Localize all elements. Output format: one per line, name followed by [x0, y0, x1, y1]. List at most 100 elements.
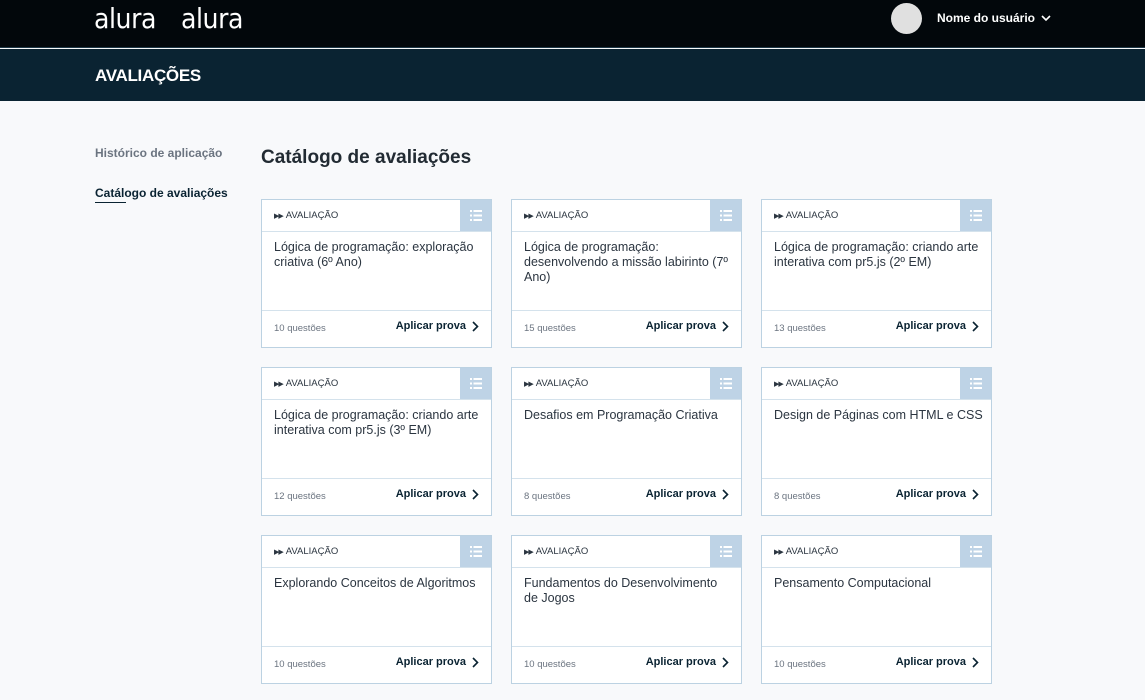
list-icon[interactable]: [710, 200, 741, 231]
list-icon[interactable]: [960, 200, 991, 231]
card-type: ▶▶ AVALIAÇÃO: [774, 546, 838, 557]
card-header: ▶▶ AVALIAÇÃO: [762, 368, 991, 400]
apply-exam-label: Aplicar prova: [395, 488, 466, 500]
card-type: ▶▶ AVALIAÇÃO: [774, 210, 838, 221]
card-type-label: AVALIAÇÃO: [285, 210, 339, 221]
card-type: ▶▶ AVALIAÇÃO: [524, 546, 588, 557]
list-icon[interactable]: [460, 536, 491, 567]
apply-exam-label: Aplicar prova: [645, 320, 716, 332]
assessment-card-9: ▶▶ AVALIAÇÃO Pensamento Computacional 10 …: [761, 535, 992, 684]
chevron-right-icon: [472, 656, 479, 668]
apply-exam-button[interactable]: Aplicar prova: [646, 656, 729, 668]
alura-logo[interactable]: alura: [94, 2, 156, 35]
assessment-card-8: ▶▶ AVALIAÇÃO Fundamentos do Desenvolvimen…: [511, 535, 742, 684]
question-count: 8 questões: [524, 491, 571, 502]
card-footer: 10 questões Aplicar prova: [262, 646, 491, 683]
card-title: Lógica de programação: desenvolvendo a m…: [524, 240, 728, 284]
apply-exam-button[interactable]: Aplicar prova: [646, 320, 729, 332]
card-title: Fundamentos do Desenvolvimento de Jogos: [524, 576, 718, 605]
card-footer: 15 questões Aplicar prova: [512, 310, 741, 347]
double-play-icon: ▶▶: [274, 213, 284, 220]
user-name[interactable]: Nome do usuário: [937, 11, 1035, 25]
chevron-down-icon[interactable]: [1041, 14, 1051, 22]
list-icon[interactable]: [460, 368, 491, 399]
card-header: ▶▶ AVALIAÇÃO: [512, 368, 741, 400]
sidebar-item-catalogo[interactable]: Catálogo de avaliações: [95, 186, 228, 203]
apply-exam-label: Aplicar prova: [395, 656, 466, 668]
apply-exam-label: Aplicar prova: [895, 320, 966, 332]
apply-exam-label: Aplicar prova: [395, 320, 466, 332]
assessment-card-5: ▶▶ AVALIAÇÃO Desafios em Programação Cria…: [511, 367, 742, 516]
card-type-label: AVALIAÇÃO: [285, 378, 339, 389]
card-type: ▶▶ AVALIAÇÃO: [274, 546, 338, 557]
card-footer: 8 questões Aplicar prova: [762, 478, 991, 515]
card-type-label: AVALIAÇÃO: [535, 210, 589, 221]
question-count: 8 questões: [774, 491, 821, 502]
apply-exam-label: Aplicar prova: [895, 656, 966, 668]
double-play-icon: ▶▶: [524, 213, 534, 220]
card-title: Lógica de programação: criando arte inte…: [274, 408, 479, 437]
card-type-label: AVALIAÇÃO: [535, 378, 589, 389]
card-header: ▶▶ AVALIAÇÃO: [262, 200, 491, 232]
chevron-right-icon: [972, 656, 979, 668]
card-header: ▶▶ AVALIAÇÃO: [762, 536, 991, 568]
card-type: ▶▶ AVALIAÇÃO: [524, 210, 588, 221]
apply-exam-button[interactable]: Aplicar prova: [396, 320, 479, 332]
card-header: ▶▶ AVALIAÇÃO: [512, 536, 741, 568]
apply-exam-label: Aplicar prova: [645, 488, 716, 500]
chevron-right-icon: [472, 488, 479, 500]
question-count: 12 questões: [274, 491, 326, 502]
avatar[interactable]: [890, 2, 922, 34]
question-count: 13 questões: [774, 323, 826, 334]
card-type-label: AVALIAÇÃO: [785, 378, 839, 389]
list-icon[interactable]: [960, 368, 991, 399]
question-count: 10 questões: [524, 659, 576, 670]
chevron-right-icon: [722, 320, 729, 332]
card-type-label: AVALIAÇÃO: [285, 546, 339, 557]
top-navbar: alura alura Nome do usuário: [0, 0, 1145, 48]
chevron-right-icon: [722, 656, 729, 668]
double-play-icon: ▶▶: [274, 381, 284, 388]
list-icon[interactable]: [710, 536, 741, 567]
apply-exam-button[interactable]: Aplicar prova: [896, 320, 979, 332]
assessment-card-3: ▶▶ AVALIAÇÃO Lógica de programação: crian…: [761, 199, 992, 348]
card-type: ▶▶ AVALIAÇÃO: [274, 378, 338, 389]
card-title: Design de Páginas com HTML e CSS: [774, 408, 983, 422]
double-play-icon: ▶▶: [774, 213, 784, 220]
card-header: ▶▶ AVALIAÇÃO: [262, 536, 491, 568]
card-type: ▶▶ AVALIAÇÃO: [524, 378, 588, 389]
chevron-right-icon: [972, 320, 979, 332]
card-footer: 8 questões Aplicar prova: [512, 478, 741, 515]
apply-exam-button[interactable]: Aplicar prova: [396, 656, 479, 668]
card-footer: 12 questões Aplicar prova: [262, 478, 491, 515]
question-count: 10 questões: [774, 659, 826, 670]
list-icon[interactable]: [460, 200, 491, 231]
chevron-right-icon: [722, 488, 729, 500]
list-icon[interactable]: [960, 536, 991, 567]
assessment-card-1: ▶▶ AVALIAÇÃO Lógica de programação: explo…: [261, 199, 492, 348]
catalog-title: Catálogo de avaliações: [261, 147, 472, 168]
sidebar-item-historico[interactable]: Histórico de aplicação: [95, 146, 222, 160]
list-icon[interactable]: [710, 368, 741, 399]
apply-exam-button[interactable]: Aplicar prova: [896, 488, 979, 500]
assessment-card-4: ▶▶ AVALIAÇÃO Lógica de programação: crian…: [261, 367, 492, 516]
card-title: Explorando Conceitos de Algoritmos: [274, 576, 476, 590]
card-title: Desafios em Programação Criativa: [524, 408, 718, 422]
card-footer: 10 questões Aplicar prova: [262, 310, 491, 347]
apply-exam-button[interactable]: Aplicar prova: [896, 656, 979, 668]
card-footer: 10 questões Aplicar prova: [762, 646, 991, 683]
alura-logo-secondary[interactable]: alura: [181, 2, 243, 35]
card-type-label: AVALIAÇÃO: [785, 210, 839, 221]
double-play-icon: ▶▶: [774, 549, 784, 556]
apply-exam-button[interactable]: Aplicar prova: [396, 488, 479, 500]
page-header: AVALIAÇÕES: [0, 49, 1145, 101]
apply-exam-button[interactable]: Aplicar prova: [646, 488, 729, 500]
card-header: ▶▶ AVALIAÇÃO: [512, 200, 741, 232]
apply-exam-label: Aplicar prova: [895, 488, 966, 500]
card-title: Lógica de programação: exploração criati…: [274, 240, 474, 269]
card-header: ▶▶ AVALIAÇÃO: [262, 368, 491, 400]
double-play-icon: ▶▶: [274, 549, 284, 556]
double-play-icon: ▶▶: [774, 381, 784, 388]
user-menu[interactable]: Nome do usuário: [890, 2, 1051, 34]
assessment-card-7: ▶▶ AVALIAÇÃO Explorando Conceitos de Algo…: [261, 535, 492, 684]
